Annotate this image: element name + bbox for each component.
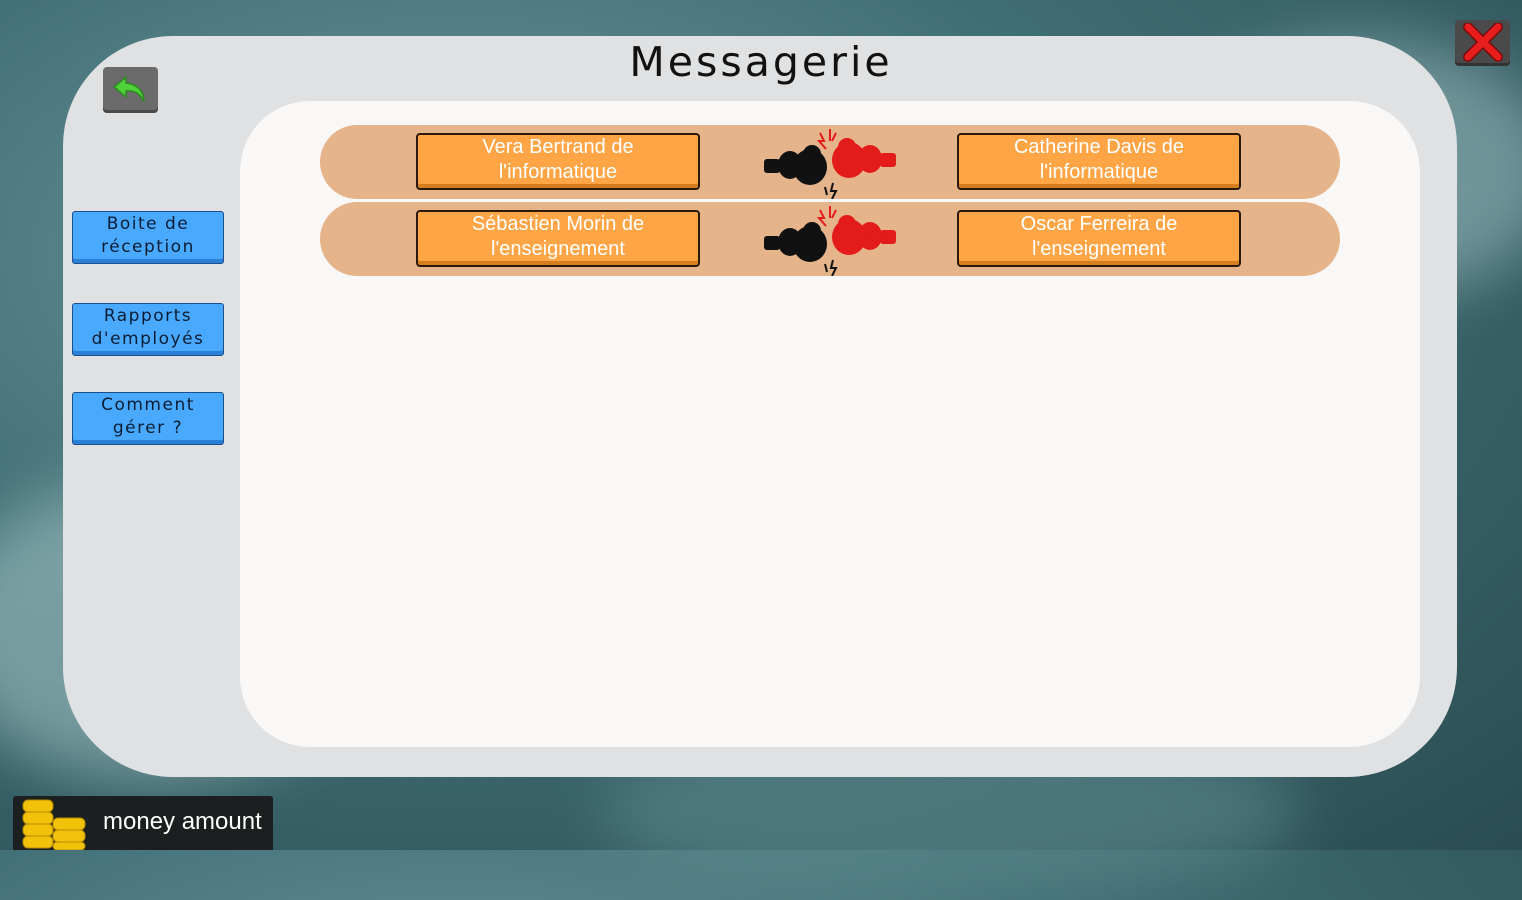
boxing-gloves-icon	[764, 206, 896, 276]
employee-right-button[interactable]: Catherine Davis de l'informatique	[957, 133, 1241, 190]
back-button[interactable]	[103, 67, 158, 113]
money-amount-label: money amount	[103, 808, 262, 835]
page-title: Messagerie	[629, 38, 893, 86]
sidebar-item-how-to-manage[interactable]: Comment gérer ?	[72, 392, 224, 445]
employee-left-button[interactable]: Vera Bertrand de l'informatique	[416, 133, 700, 190]
sidebar-item-inbox[interactable]: Boite de réception	[72, 211, 224, 264]
employee-right-button[interactable]: Oscar Ferreira de l'enseignement	[957, 210, 1241, 267]
back-arrow-icon	[112, 75, 145, 103]
money-display: money amount	[13, 796, 273, 850]
conflict-row: Vera Bertrand de l'informatique Catherin…	[320, 125, 1340, 199]
boxing-gloves-icon	[764, 129, 896, 199]
sidebar-item-employee-reports[interactable]: Rapports d'employés	[72, 303, 224, 356]
conflict-list: Vera Bertrand de l'informatique Catherin…	[240, 101, 1420, 747]
close-button[interactable]	[1455, 20, 1510, 66]
conflict-row: Sébastien Morin de l'enseignement Oscar …	[320, 202, 1340, 276]
employee-left-button[interactable]: Sébastien Morin de l'enseignement	[416, 210, 700, 267]
close-x-icon	[1462, 23, 1503, 62]
coins-icon	[22, 799, 86, 850]
